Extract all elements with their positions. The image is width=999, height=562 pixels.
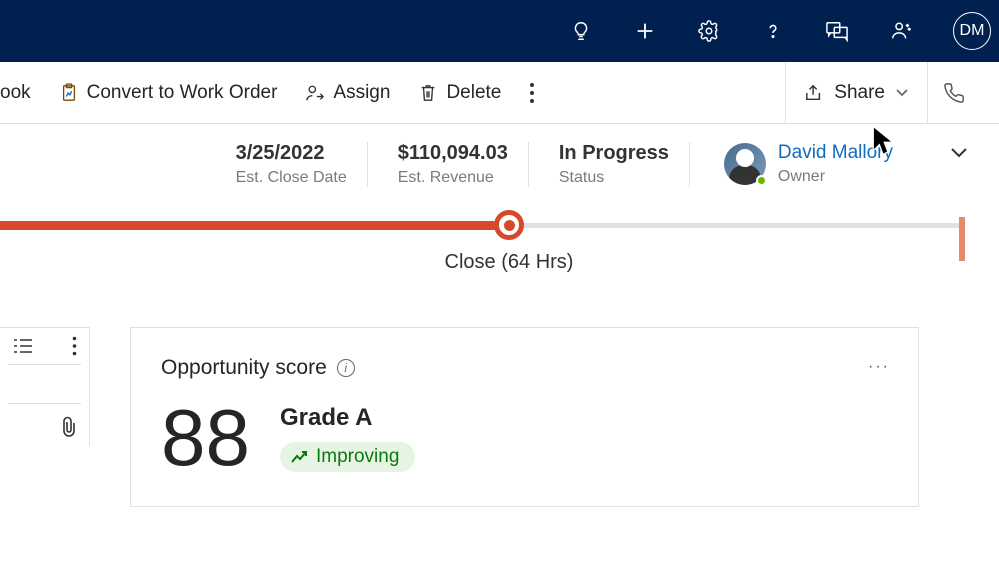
add-icon[interactable] [625, 11, 665, 51]
panel-input-stub[interactable] [8, 364, 81, 404]
stage-current-marker[interactable] [494, 210, 524, 240]
process-stage-bar: Close (64 Hrs) [0, 213, 999, 277]
status-label: Status [559, 169, 669, 187]
lightbulb-icon[interactable] [561, 11, 601, 51]
chevron-down-icon [895, 88, 909, 98]
revenue-field[interactable]: $110,094.03 Est. Revenue [398, 142, 529, 187]
revenue-value: $110,094.03 [398, 142, 508, 165]
expand-header-button[interactable] [949, 142, 969, 160]
stage-progress-track [509, 223, 959, 228]
overflow-menu-button[interactable] [529, 82, 553, 104]
opportunity-score-card: Opportunity score i ··· 88 Grade A Impro… [130, 327, 919, 507]
assign-icon [305, 83, 325, 103]
record-header: 3/25/2022 Est. Close Date $110,094.03 Es… [0, 124, 999, 187]
assign-button[interactable]: Assign [305, 82, 390, 104]
trend-up-icon [290, 450, 308, 464]
share-button[interactable]: Share [785, 62, 927, 123]
chat-icon[interactable] [817, 11, 857, 51]
revenue-label: Est. Revenue [398, 169, 508, 187]
phone-panel-button[interactable] [927, 62, 979, 123]
delete-button[interactable]: Delete [418, 82, 501, 104]
owner-name: David Mallory [778, 142, 893, 164]
score-card-title: Opportunity score [161, 356, 327, 380]
status-field[interactable]: In Progress Status [559, 142, 690, 187]
clipboard-icon [59, 83, 79, 103]
info-icon[interactable]: i [337, 359, 355, 377]
assign-label: Assign [333, 82, 390, 104]
close-date-field[interactable]: 3/25/2022 Est. Close Date [236, 142, 368, 187]
score-grade: Grade A [280, 404, 372, 432]
help-icon[interactable] [753, 11, 793, 51]
score-trend-pill: Improving [280, 442, 415, 472]
owner-field[interactable]: David Mallory Owner [720, 142, 893, 186]
convert-label: Convert to Work Order [87, 82, 278, 104]
close-date-value: 3/25/2022 [236, 142, 347, 165]
close-date-label: Est. Close Date [236, 169, 347, 187]
stage-end-marker [959, 217, 965, 261]
command-bar: ook Convert to Work Order Assign Delete [0, 62, 999, 124]
owner-label: Owner [778, 168, 893, 186]
stage-progress-fill [0, 221, 509, 230]
share-label: Share [834, 82, 885, 104]
book-button-partial[interactable]: ook [0, 82, 31, 104]
gear-icon[interactable] [689, 11, 729, 51]
paperclip-icon[interactable] [61, 416, 77, 438]
convert-to-work-order-button[interactable]: Convert to Work Order [59, 82, 278, 104]
presence-indicator [756, 175, 767, 186]
assistant-icon[interactable] [881, 11, 921, 51]
global-nav-bar: DM [0, 0, 999, 62]
share-icon [804, 84, 824, 102]
status-value: In Progress [559, 142, 669, 165]
user-avatar[interactable]: DM [953, 12, 991, 50]
trash-icon [418, 83, 438, 103]
panel-overflow-button[interactable] [72, 336, 77, 356]
list-icon[interactable] [12, 337, 34, 355]
delete-label: Delete [446, 82, 501, 104]
side-panel-stub [0, 327, 90, 446]
stage-label[interactable]: Close (64 Hrs) [445, 251, 574, 274]
score-value: 88 [161, 398, 250, 478]
card-menu-button[interactable]: ··· [868, 358, 890, 376]
score-trend-label: Improving [316, 446, 399, 468]
